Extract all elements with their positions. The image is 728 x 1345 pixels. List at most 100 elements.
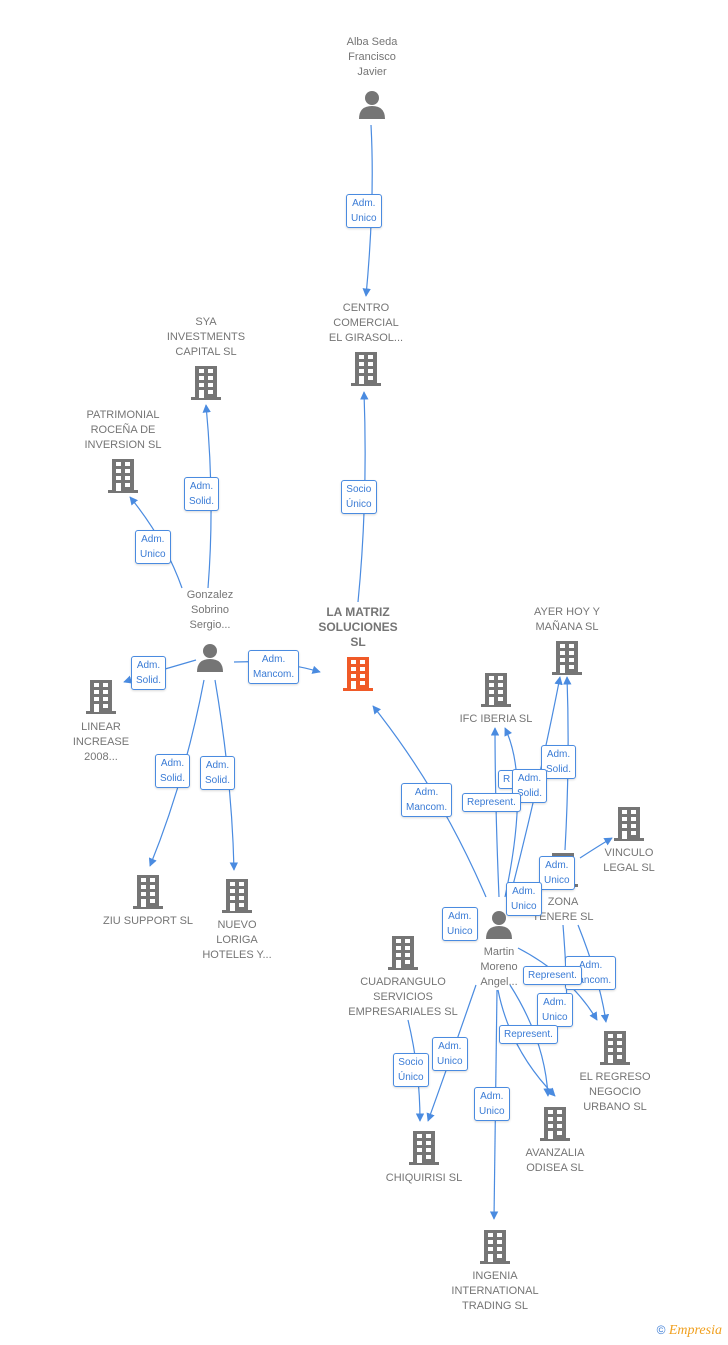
edge-label[interactable]: Adm. Unico [474,1087,510,1121]
node-label-ayer[interactable]: AYER HOY Y MAÑANA SL [502,605,632,635]
edge-label[interactable]: Adm. Solid. [184,477,220,511]
edge-label[interactable]: Adm. Solid. [131,656,167,690]
edge-label[interactable]: Adm. Unico [539,856,575,890]
node-label-alba[interactable]: Alba Seda Francisco Javier [307,35,437,80]
edge-label-line: Mancom. [406,802,448,813]
edge-label-line: Adm. [261,654,286,665]
edge-label[interactable]: Adm. Unico [506,882,542,916]
building-icon[interactable] [350,352,382,391]
edge-label-line: Adm. [352,198,376,209]
node-label-line: LORIGA [216,934,258,946]
node-label-ifc[interactable]: IFC IBERIA SL [431,712,561,727]
edge-label-line: Adm. [160,758,185,769]
edge-label-line: Único [398,1072,424,1083]
edge-label[interactable]: Adm. Unico [432,1037,468,1071]
edge-label[interactable]: Adm. Solid. [155,754,191,788]
edge-label[interactable]: Adm. Unico [135,530,171,564]
node-label-line: LA MATRIZ [326,605,390,619]
building-icon[interactable] [480,673,512,712]
node-label-centro[interactable]: CENTRO COMERCIAL EL GIRASOL... [301,301,431,346]
node-label-sya[interactable]: SYA INVESTMENTS CAPITAL SL [141,315,271,360]
node-label-line: CENTRO [342,302,390,314]
edge-label[interactable]: Socio Único [341,480,377,514]
edge-label-line: Adm. [448,911,472,922]
node-label-line: ROCEÑA DE [90,424,156,436]
building-icon[interactable] [479,1230,511,1269]
node-label-line: VINCULO [604,847,654,859]
edge-label-line: Adm. [545,860,569,871]
building-icon[interactable] [539,1107,571,1146]
edge-label[interactable]: Socio Único [393,1053,429,1087]
node-label-line: MAÑANA SL [535,621,599,633]
edge-label[interactable]: Represent. [499,1025,558,1044]
node-label-cuadrangulo[interactable]: CUADRANGULO SERVICIOS EMPRESARIALES SL [338,975,468,1020]
node-label-line: CAPITAL SL [175,346,237,358]
edge-label-line: Único [346,499,372,510]
building-icon[interactable] [132,875,164,914]
node-label-chiquirisi[interactable]: CHIQUIRISI SL [359,1171,489,1186]
building-icon[interactable] [342,657,374,696]
building-icon[interactable] [107,459,139,498]
edge-label-line: Adm. [136,660,161,671]
footer-copyright: © Empresia [657,1323,722,1339]
edge-label-line: Unico [351,213,377,224]
edge-label[interactable]: Adm. Unico [537,993,573,1027]
node-label-line: COMERCIAL [333,317,399,329]
edge-label-line: Adm. [480,1091,504,1102]
edge-label-line: Socio [346,484,372,495]
edge-label[interactable]: Represent. [523,966,582,985]
building-icon[interactable] [190,366,222,405]
node-label-line: Francisco [348,51,396,63]
node-label-line: INGENIA [472,1270,518,1282]
node-label-line: TRADING SL [461,1300,528,1312]
edge-label[interactable]: Adm. Unico [442,907,478,941]
node-label-line: IFC IBERIA SL [459,713,533,725]
node-label-avanzalia[interactable]: AVANZALIA ODISEA SL [490,1146,620,1176]
edge-label-line: Solid. [136,675,162,686]
building-icon[interactable] [613,807,645,846]
building-icon[interactable] [551,641,583,680]
network-diagram: Alba Seda Francisco Javier CENTRO COMERCIAL E… [0,0,728,1345]
edge-label[interactable]: Adm. Unico [346,194,382,228]
person-icon[interactable] [357,89,387,124]
edge [504,727,519,898]
edge-label-line: Adm. [512,886,536,897]
node-label-line: SOLUCIONES [318,620,398,634]
person-icon[interactable] [195,642,225,677]
edge-label[interactable]: Represent. [462,793,521,812]
building-icon[interactable] [387,936,419,975]
edge-label-line: Represent. [528,970,577,981]
node-label-line: INVESTMENTS [166,331,246,343]
edge-label-line: Unico [437,1056,463,1067]
edge-label-line: Unico [140,549,166,560]
edge-label[interactable]: Adm. Mancom. [401,783,453,817]
node-label-line: SL [350,635,366,649]
node-label-line: EL REGRESO [579,1071,651,1083]
node-label-vinculo[interactable]: VINCULO LEGAL SL [564,846,694,876]
building-icon[interactable] [221,879,253,918]
node-label-nuevo[interactable]: NUEVO LORIGA HOTELES Y... [172,918,302,963]
building-icon[interactable] [408,1131,440,1170]
edge-label-line: Unico [511,901,537,912]
node-label-matriz[interactable]: LA MATRIZ SOLUCIONES SL [293,605,423,650]
copyright-symbol: © [656,1323,666,1337]
node-label-line: AVANZALIA [525,1147,585,1159]
edge-label[interactable]: Adm. Mancom. [248,650,300,684]
edge-label-line: Represent. [467,797,516,808]
edge-label-line: Adm. [141,534,165,545]
edge-label-line: Solid. [205,775,231,786]
node-label-linear[interactable]: LINEAR INCREASE 2008... [36,720,166,765]
edge-label[interactable]: Adm. Solid. [200,756,236,790]
node-label-ingenia[interactable]: INGENIA INTERNATIONAL TRADING SL [430,1269,560,1314]
node-label-patrimonial[interactable]: PATRIMONIAL ROCEÑA DE INVERSION SL [58,408,188,453]
node-label-line: CUADRANGULO [360,976,446,988]
edge-label-line: Unico [447,926,473,937]
node-label-line: 2008... [84,751,118,763]
node-label-line: INVERSION SL [84,439,162,451]
node-label-gonzalez[interactable]: Gonzalez Sobrino Sergio... [145,588,275,633]
edge-label-line: Socio [398,1057,424,1068]
node-label-line: LEGAL SL [603,862,655,874]
building-icon[interactable] [599,1031,631,1070]
brand-logo: Empresia [668,1323,722,1338]
building-icon[interactable] [85,680,117,719]
